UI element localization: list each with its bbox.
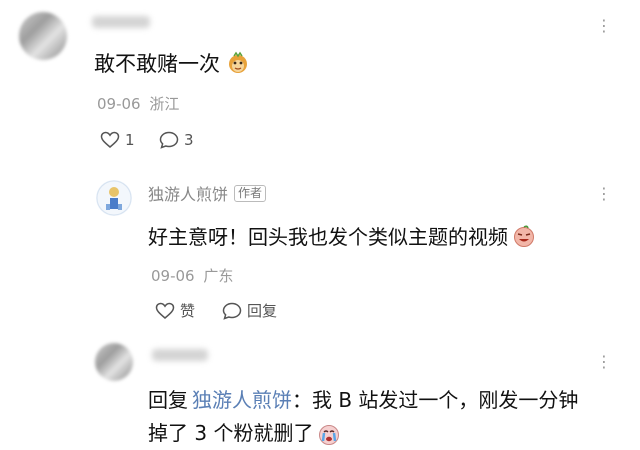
crying-face-emoji-icon <box>317 422 341 446</box>
comment-meta: 09-06 广东 <box>151 265 233 286</box>
comment-location: 广东 <box>203 267 234 285</box>
reply-button[interactable]: 回复 <box>222 300 277 321</box>
more-options-icon[interactable]: ⋮ <box>596 354 613 370</box>
comment-text: 回复 独游人煎饼：我 B 站发过一个，刚发一分钟 掉了 3 个粉就删了 <box>148 384 628 450</box>
comment-body-part: ：我 B 站发过一个，刚发一分钟 <box>292 388 579 412</box>
comment-text: 好主意呀！回头我也发个类似主题的视频 <box>148 221 536 250</box>
username-blurred[interactable] <box>152 349 208 361</box>
reply-count: 3 <box>184 131 194 149</box>
heart-icon <box>155 302 175 320</box>
monkey-emoji-icon <box>226 51 250 75</box>
more-options-icon[interactable]: ⋮ <box>596 186 613 202</box>
comment-line-2: 掉了 3 个粉就删了 <box>148 417 628 450</box>
reply-label: 回复 <box>247 302 278 320</box>
comment-body: 敢不敢赌一次 <box>94 52 220 76</box>
heart-icon <box>100 131 120 149</box>
comment-text: 敢不敢赌一次 <box>94 48 250 78</box>
like-button[interactable]: 1 <box>100 131 135 149</box>
comment-date: 09-06 <box>151 267 195 285</box>
author-header: 独游人煎饼 作者 <box>148 181 267 205</box>
reply-count-button[interactable]: 3 <box>159 131 194 149</box>
avatar[interactable] <box>95 343 133 381</box>
comment-line-1: 回复 独游人煎饼：我 B 站发过一个，刚发一分钟 <box>148 384 628 417</box>
like-button[interactable]: 赞 <box>155 300 195 321</box>
like-count: 1 <box>125 131 135 149</box>
avatar[interactable] <box>19 12 67 60</box>
comment-bubble-icon <box>222 302 242 320</box>
reply-prefix: 回复 <box>148 388 188 412</box>
comment-meta: 09-06 浙江 <box>97 93 179 114</box>
more-options-icon[interactable]: ⋮ <box>596 18 613 34</box>
comment-location: 浙江 <box>149 95 180 113</box>
author-avatar[interactable] <box>96 180 132 216</box>
author-username[interactable]: 独游人煎饼 <box>148 181 228 205</box>
comment-body-part: 掉了 3 个粉就删了 <box>148 421 314 445</box>
username-blurred[interactable] <box>92 16 150 28</box>
comment-body: 好主意呀！回头我也发个类似主题的视频 <box>148 225 508 249</box>
comment-date: 09-06 <box>97 95 141 113</box>
reply-to-user-link[interactable]: 独游人煎饼 <box>192 388 292 412</box>
comment-bubble-icon <box>159 131 179 149</box>
author-badge: 作者 <box>234 184 267 202</box>
like-label: 赞 <box>180 302 196 320</box>
peach-face-emoji-icon <box>512 224 536 248</box>
